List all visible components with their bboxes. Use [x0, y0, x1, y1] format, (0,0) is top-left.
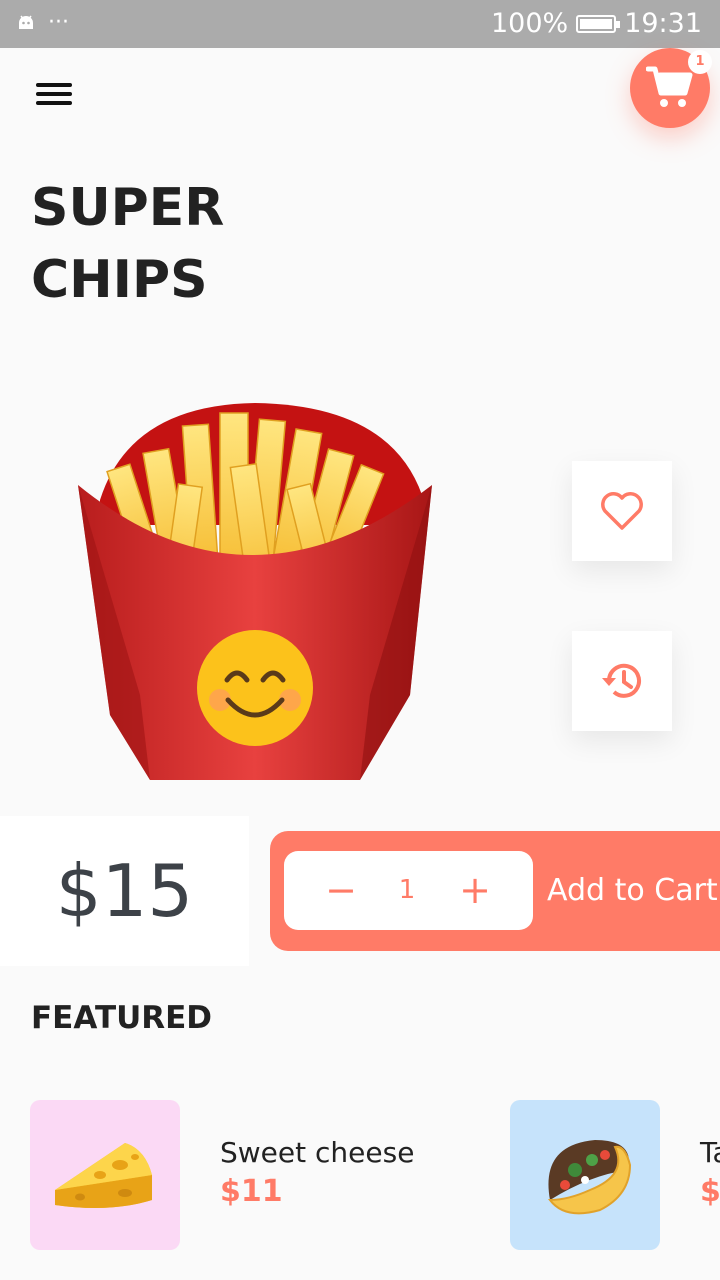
fries-image — [78, 403, 432, 780]
clock: 19:31 — [624, 8, 702, 39]
add-to-cart-button[interactable]: Add to Cart — [547, 831, 718, 951]
featured-item-image[interactable] — [510, 1100, 660, 1250]
featured-item-name[interactable]: Sweet cheese — [220, 1136, 414, 1169]
favorite-button[interactable] — [572, 461, 672, 561]
status-bar: ··· 100% 19:31 — [0, 0, 720, 48]
quantity-value: 1 — [398, 875, 416, 905]
battery-percent: 100% — [490, 8, 569, 39]
cart-icon — [646, 66, 693, 107]
cart-button[interactable]: 1 — [630, 48, 712, 128]
history-button[interactable] — [572, 631, 672, 731]
product-title: SUPER CHIPS — [31, 172, 224, 316]
cheese-icon — [55, 1143, 152, 1209]
cart-count-badge: 1 — [688, 50, 712, 74]
android-icon — [19, 15, 33, 29]
product-title-line1: SUPER — [31, 178, 225, 238]
featured-item-image[interactable] — [30, 1100, 180, 1250]
featured-item-name[interactable]: Ta — [700, 1136, 720, 1169]
product-title-line2: CHIPS — [31, 250, 208, 310]
featured-heading: FEATURED — [31, 1000, 213, 1036]
menu-icon[interactable] — [36, 81, 72, 107]
featured-item-price: $ — [700, 1174, 720, 1209]
product-price: $15 — [55, 849, 194, 933]
history-icon — [602, 663, 641, 698]
taco-icon — [547, 1140, 632, 1215]
price-box: $15 — [0, 816, 249, 966]
overflow-dots: ··· — [48, 10, 69, 35]
add-to-cart-bar: − 1 + Add to Cart — [270, 831, 720, 951]
increment-button[interactable]: + — [450, 851, 500, 930]
featured-item-price: $11 — [220, 1174, 283, 1209]
quantity-stepper: − 1 + — [284, 851, 533, 930]
battery-icon — [576, 14, 621, 33]
decrement-button[interactable]: − — [316, 851, 366, 930]
heart-icon — [601, 492, 643, 530]
